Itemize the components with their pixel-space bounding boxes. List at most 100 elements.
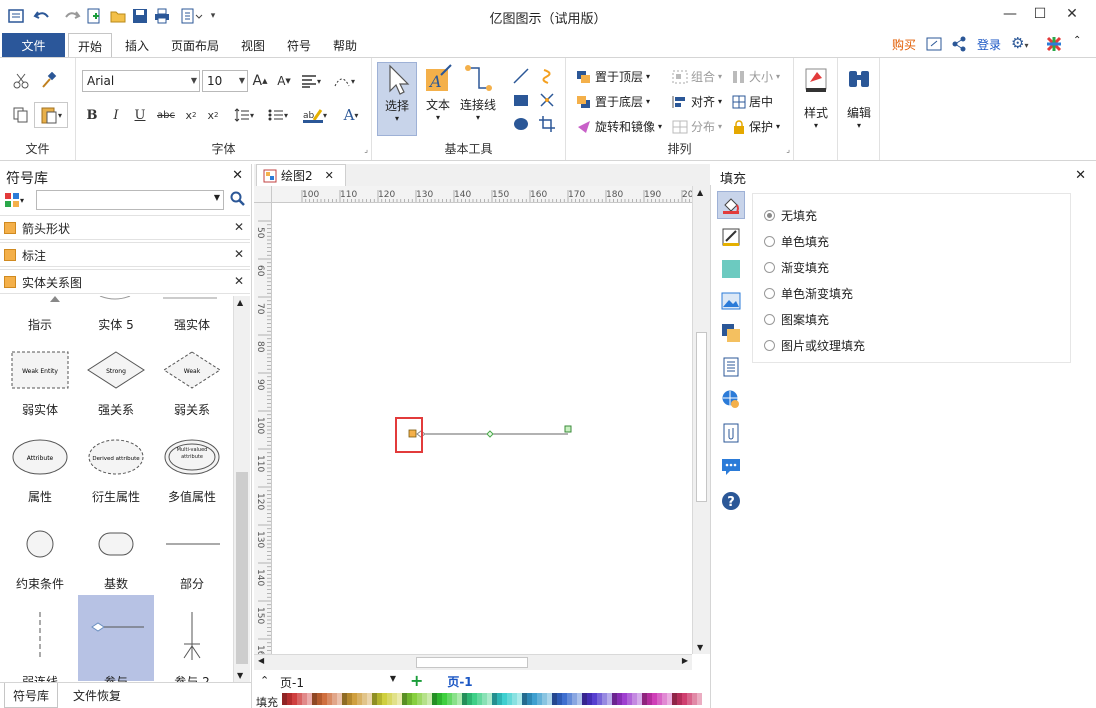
drawing-canvas[interactable] [272,203,692,654]
shape-participation[interactable]: 参与 [78,595,154,682]
paste-button[interactable]: ▾ [34,102,68,128]
tab-symbol[interactable]: 符号 [278,33,320,57]
shape-weak-entity[interactable]: Weak Entity 弱实体 [2,348,78,434]
radio-gradient[interactable] [764,262,775,273]
shape-participation-2[interactable]: 参与 2 [154,608,230,682]
underline-icon[interactable]: U [132,106,148,124]
color-swatch[interactable] [697,693,702,705]
radio-none[interactable] [764,210,775,221]
minimize-button[interactable]: — [996,4,1024,24]
fill-option-none[interactable]: 无填充 [764,207,817,224]
attachment-icon[interactable] [721,423,741,443]
canvas-horizontal-scrollbar[interactable]: ◀ ▶ [254,654,692,670]
connector-end-handle[interactable] [564,425,572,433]
shape-strong-entity[interactable]: 强实体 [154,316,230,333]
cut-icon[interactable] [10,70,32,92]
text-align-icon[interactable]: ▾ [300,72,322,90]
tab-symbol-library[interactable]: 符号库 [4,683,58,708]
shadow-icon[interactable] [721,259,741,279]
connector-midpoint-handle[interactable] [486,430,494,438]
shape-strong-relationship[interactable]: Strong 强关系 [78,348,154,434]
text-highlight-icon[interactable]: ab ▾ [298,106,332,124]
library-search-input[interactable]: ▼ [36,190,224,210]
canvas-hscroll-thumb[interactable] [416,657,528,668]
tab-file-recovery[interactable]: 文件恢复 [64,683,130,708]
edit-button[interactable]: 编辑 ▾ [842,66,876,144]
fill-option-gradient[interactable]: 渐变填充 [764,259,829,276]
italic-icon[interactable]: I [108,106,124,124]
image-icon[interactable] [721,291,741,311]
group-button[interactable]: 组合 ▾ [672,68,722,85]
arrange-dialog-launcher-icon[interactable]: ⌟ [786,145,790,154]
distribute-button[interactable]: 分布 ▾ [672,118,722,135]
library-section-arrows[interactable]: 箭头形状 ✕ [0,215,250,240]
scroll-up-icon[interactable]: ▲ [237,298,243,307]
scroll-left-icon[interactable]: ◀ [258,656,264,665]
share-icon[interactable] [951,35,967,56]
connector-style-icon[interactable]: ▾ [330,72,358,90]
shape-weak-link[interactable]: 弱连线 [2,608,78,682]
color-swatches[interactable] [282,693,710,705]
help-icon[interactable]: ? [721,491,741,511]
shape-multivalued-attribute[interactable]: Multi-valued attribute 多值属性 [154,435,230,521]
shape-indicator[interactable]: 指示 [2,316,78,333]
connector-start-handle[interactable] [408,429,417,438]
radio-solid[interactable] [764,236,775,247]
radio-pattern[interactable] [764,314,775,325]
cross-point-icon[interactable] [536,90,558,110]
buy-link[interactable]: 购买 [892,36,916,53]
vertical-ruler[interactable]: 50 60 70 80 90 100 110 120 130 140 150 160 [254,203,272,654]
collapse-ribbon-icon[interactable]: ⌃ [1073,35,1081,46]
grow-font-icon[interactable]: A ▲ [251,72,269,90]
shape-derived-attribute[interactable]: Derived attribute 衍生属性 [78,435,154,521]
library-section-er-diagram[interactable]: 实体关系图 ✕ [0,269,250,294]
library-menu-icon[interactable]: ▾ [4,191,32,209]
canvas-vertical-scrollbar[interactable]: ▲ ▼ [692,186,710,654]
canvas-vscroll-thumb[interactable] [696,332,707,502]
ellipse-icon[interactable] [510,114,532,134]
close-section-icon[interactable]: ✕ [234,220,244,234]
align-button[interactable]: 对齐 ▾ [672,93,722,110]
subscript-icon[interactable]: x2 [182,106,200,124]
size-button[interactable]: 大小 ▾ [732,68,780,85]
add-page-icon[interactable]: + [410,671,423,690]
library-section-callouts[interactable]: 标注 ✕ [0,242,250,267]
arc-icon[interactable] [536,66,558,86]
horizontal-ruler[interactable]: 100 110 120 130 140 150 160 170 180 190 200 [272,186,692,203]
tab-home[interactable]: 开始 [68,33,112,58]
library-scroll-thumb[interactable] [236,472,248,664]
library-scrollbar[interactable]: ▲ ▼ [233,296,250,682]
select-tool-button[interactable]: 选择 ▾ [377,62,417,136]
tab-insert[interactable]: 插入 [116,33,158,57]
font-dialog-launcher-icon[interactable]: ⌟ [364,145,368,154]
strikethrough-icon[interactable]: abc [156,106,176,124]
close-document-icon[interactable]: ✕ [325,169,334,182]
close-section-icon[interactable]: ✕ [234,274,244,288]
close-section-icon[interactable]: ✕ [234,247,244,261]
crop-icon[interactable] [536,114,558,134]
bullets-icon[interactable]: ▾ [264,106,292,124]
fill-option-picture[interactable]: 图片或纹理填充 [764,337,865,354]
tab-help[interactable]: 帮助 [324,33,366,57]
shrink-font-icon[interactable]: A ▼ [275,72,293,90]
tab-view[interactable]: 视图 [232,33,274,57]
fill-option-mono-gradient[interactable]: 单色渐变填充 [764,285,853,302]
close-fill-panel-icon[interactable]: ✕ [1075,168,1086,183]
scroll-down-icon[interactable]: ▼ [697,643,703,652]
line-spacing-icon[interactable]: ▾ [230,106,258,124]
connector-tool-button[interactable]: 连接线 ▾ [458,62,498,136]
fill-option-pattern[interactable]: 图案填充 [764,311,829,328]
page-tab[interactable]: 页-1 [438,672,482,692]
close-button[interactable]: ✕ [1058,4,1086,24]
scroll-down-icon[interactable]: ▼ [237,671,243,680]
protect-button[interactable]: 保护 ▾ [732,118,780,135]
center-button[interactable]: 居中 [732,93,773,110]
shape-partial[interactable]: 部分 [154,522,230,608]
bold-icon[interactable]: B [84,106,100,124]
document-tab[interactable]: 绘图2 ✕ [256,164,346,186]
search-icon[interactable] [230,191,246,210]
shape-attribute[interactable]: Attribute 属性 [2,435,78,521]
fill-option-solid[interactable]: 单色填充 [764,233,829,250]
shape-entity-5[interactable]: 实体 5 [78,316,154,333]
line-style-icon[interactable] [721,227,741,247]
